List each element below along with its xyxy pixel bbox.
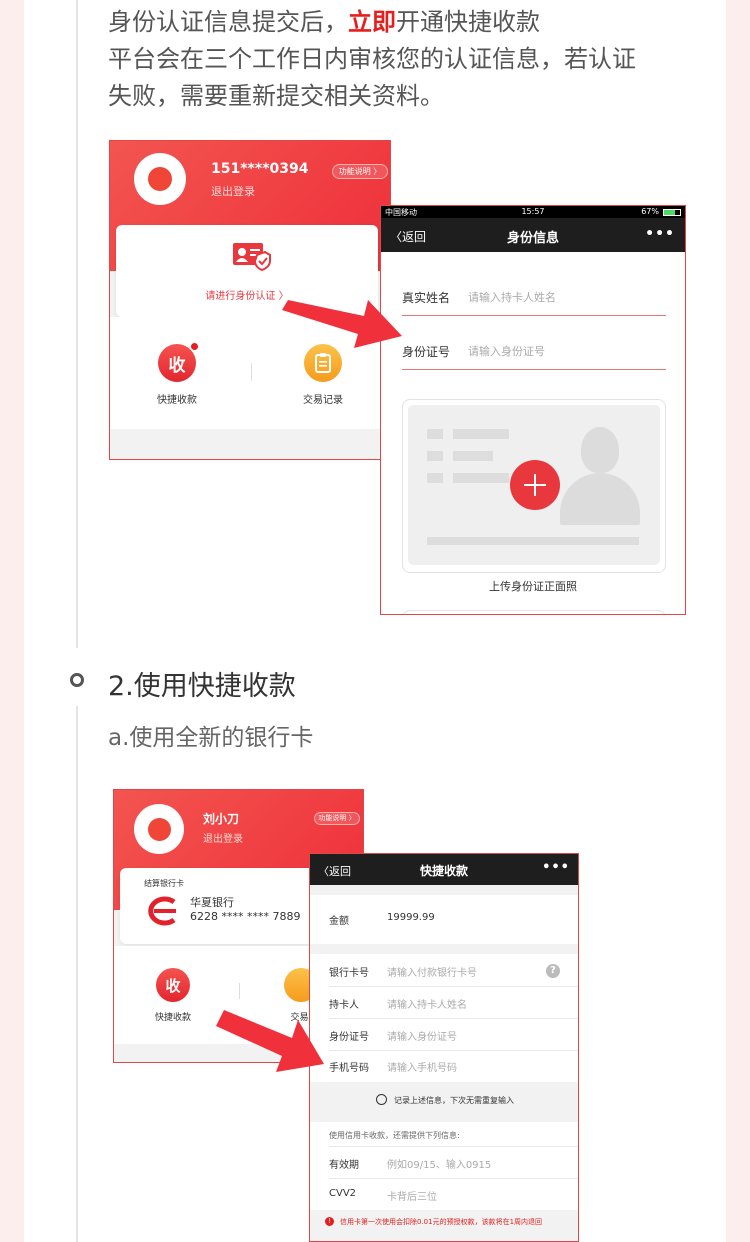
phone-number: 151****0394	[211, 161, 309, 177]
remember-radio[interactable]	[376, 1094, 387, 1105]
id-upload-box[interactable]	[402, 399, 666, 573]
content-page: 身份认证信息提交后，立即开通快捷收款 平台会在三个工作日内审核您的认证信息，若认…	[24, 0, 726, 1242]
status-time: 15:57	[521, 207, 545, 216]
arrow-pointer-icon	[280, 296, 404, 358]
quick-collect-label: 快捷收款	[154, 1013, 191, 1023]
user-avatar	[134, 153, 186, 205]
nav-title: 身份信息	[506, 231, 559, 246]
logout-link[interactable]: 退出登录	[211, 183, 255, 199]
amount-value: 19999.99	[387, 912, 435, 923]
battery-level: 67%	[641, 207, 659, 216]
identity-form-screenshot: 中国移动 15:57 67% 〈返回 身份信息 ••• 真实姓名 请输入持卡人姓…	[380, 205, 686, 615]
nav-bar: 〈返回 身份信息 •••	[381, 218, 685, 252]
cardholder-field[interactable]: 持卡人 请输入持卡人姓名	[329, 996, 569, 1012]
step-subtitle: a.使用全新的银行卡	[108, 725, 314, 751]
name-field[interactable]: 真实姓名 请输入持卡人姓名	[402, 289, 666, 309]
user-avatar	[134, 804, 184, 854]
id-number-field[interactable]: 身份证号 请输入身份证号	[402, 343, 666, 363]
nav-title: 快捷收款	[419, 864, 468, 878]
warning-band: ! 信用卡第一次使用会扣除0.01元的预授权款，该款将在1周内退回	[310, 1210, 578, 1241]
help-icon[interactable]: ?	[546, 964, 560, 978]
highlight-now: 立即	[348, 8, 396, 36]
quick-collect-icon[interactable]: 收	[158, 344, 196, 382]
bank-logo-icon	[142, 896, 178, 926]
quick-collect-label: 快捷收款	[157, 395, 197, 406]
quick-collect-icon[interactable]: 收	[156, 968, 190, 1002]
credit-note: 使用信用卡收款，还需提供下列信息:	[329, 1131, 460, 1140]
records-label: 交易记录	[303, 395, 343, 406]
id-card-icon	[233, 241, 271, 271]
status-bar: 中国移动 15:57 67%	[381, 206, 685, 218]
warning-text: 信用卡第一次使用会扣除0.01元的预授权款，该款将在1周内退回	[340, 1218, 543, 1226]
notification-dot	[190, 342, 199, 351]
quick-collect-screenshot: 〈返回 快捷收款 ••• 金额 19999.99 银行卡号 请输入付款银行卡号 …	[309, 853, 579, 1242]
id-number-field[interactable]: 身份证号 请输入身份证号	[329, 1028, 569, 1044]
card-number: 6228 **** **** 7889	[190, 910, 301, 923]
feature-info-button[interactable]: 功能说明 〉	[332, 164, 388, 179]
field-underline	[402, 315, 666, 316]
bank-name: 华夏银行	[190, 896, 234, 909]
nav-bar: 〈返回 快捷收款 •••	[310, 854, 578, 885]
timeline-line	[76, 706, 78, 1242]
step-title: 2.使用快捷收款	[108, 671, 296, 702]
remember-band: 记录上述信息，下次无需重复输入	[310, 1082, 578, 1122]
battery-icon	[663, 209, 681, 216]
remember-label: 记录上述信息，下次无需重复输入	[394, 1096, 514, 1105]
user-name: 刘小刀	[203, 812, 240, 826]
divider	[251, 363, 252, 381]
more-button[interactable]: •••	[542, 860, 570, 875]
timeline-line	[76, 0, 78, 648]
step-bullet	[70, 673, 84, 687]
feature-info-button[interactable]: 功能说明 〉	[314, 812, 360, 825]
expiry-field[interactable]: 有效期 例如09/15、输入0915	[329, 1156, 569, 1172]
amount-row: 金额 19999.99	[329, 912, 435, 927]
card-header: 结算银行卡	[144, 879, 184, 888]
logout-link[interactable]: 退出登录	[203, 830, 243, 845]
warning-icon: !	[325, 1217, 334, 1226]
intro-text: 身份认证信息提交后，立即开通快捷收款 平台会在三个工作日内审核您的认证信息，若认…	[108, 8, 636, 110]
cvv-field[interactable]: CVV2 卡背后三位	[329, 1188, 569, 1204]
card-number-field[interactable]: 银行卡号 请输入付款银行卡号	[329, 964, 569, 980]
field-underline	[402, 369, 666, 370]
arrow-pointer-icon	[214, 1006, 326, 1078]
add-photo-icon[interactable]	[510, 460, 560, 510]
upload-label: 上传身份证正面照	[489, 580, 577, 593]
divider	[239, 983, 240, 999]
more-button[interactable]: •••	[645, 226, 675, 242]
mobile-field[interactable]: 手机号码 请输入手机号码	[329, 1059, 569, 1075]
